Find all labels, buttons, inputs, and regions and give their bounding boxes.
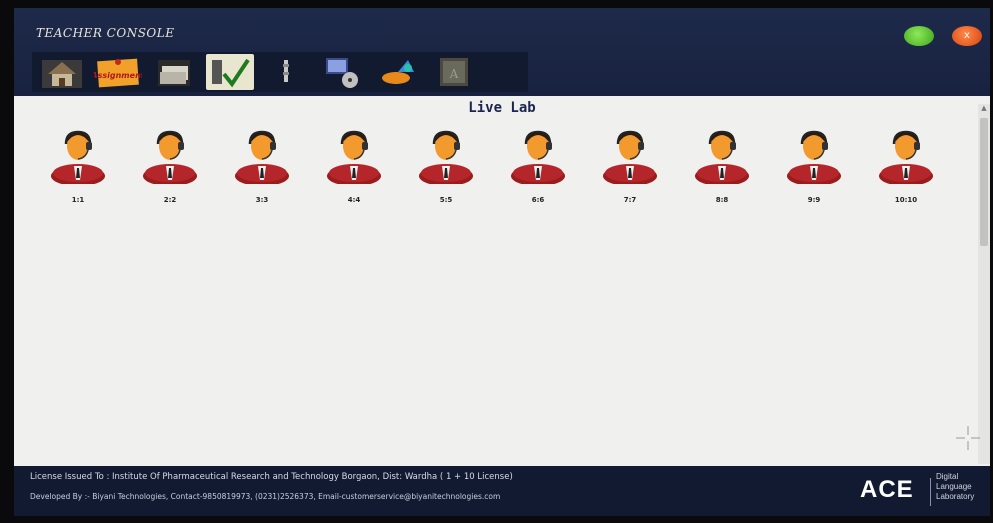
svg-text:A: A (449, 67, 459, 81)
brand-subtitle: Digital Language Laboratory (936, 472, 974, 502)
assignment-label: Assignment (94, 71, 142, 80)
student-seat-label: 8:8 (715, 196, 729, 204)
student-seat-label: 1:1 (71, 196, 85, 204)
student-tile[interactable]: 7:7 (600, 126, 660, 216)
student-tile[interactable]: 9:9 (784, 126, 844, 216)
scroll-up-arrow-icon[interactable]: ▲ (978, 104, 990, 116)
student-seat-label: 2:2 (163, 196, 177, 204)
student-tile[interactable]: 3:3 (232, 126, 292, 216)
license-info: License Issued To : Institute Of Pharmac… (30, 472, 513, 482)
student-seat-label: 9:9 (807, 196, 821, 204)
app-title: TEACHER CONSOLE (36, 26, 175, 40)
documents-icon (158, 60, 190, 86)
student-headset-avatar-icon (327, 130, 381, 184)
brand-sub-line: Digital (936, 472, 959, 481)
assignment-tool-button[interactable]: Assignment (90, 54, 146, 90)
house-icon (42, 60, 82, 88)
toolbar: Assignment A (32, 52, 528, 92)
brand-logo: ACE (860, 476, 914, 503)
student-headset-avatar-icon (695, 130, 749, 184)
student-headset-avatar-icon (143, 130, 197, 184)
minimize-button[interactable] (904, 26, 934, 46)
student-seat-label: 3:3 (255, 196, 269, 204)
student-headset-avatar-icon (235, 130, 289, 184)
title-bar: TEACHER CONSOLE x Assignment A (14, 8, 990, 96)
microphone-icon (283, 60, 289, 82)
student-seat-label: 4:4 (347, 196, 361, 204)
brand-sub-line: Language (936, 482, 972, 491)
student-seat-label: 7:7 (623, 196, 637, 204)
computer-disc-icon (326, 58, 358, 88)
developer-info: Developed By :- Biyani Technologies, Con… (30, 492, 501, 501)
close-label: x (964, 30, 970, 41)
student-headset-avatar-icon (51, 130, 105, 184)
student-tile[interactable]: 10:10 (876, 126, 936, 216)
student-seat-label: 6:6 (531, 196, 545, 204)
brand-sub-line: Laboratory (936, 492, 975, 501)
home-tool-button[interactable] (38, 54, 86, 90)
exam-tool-button[interactable]: A (430, 54, 478, 90)
student-tile[interactable]: 6:6 (508, 126, 568, 216)
page-title: Live Lab (468, 100, 536, 116)
broadcast-tool-button[interactable] (374, 54, 422, 90)
student-tile[interactable]: 2:2 (140, 126, 200, 216)
student-tile[interactable]: 8:8 (692, 126, 752, 216)
dictionary-icon: A (440, 58, 468, 86)
student-headset-avatar-icon (419, 130, 473, 184)
media-tool-button[interactable] (318, 54, 366, 90)
documents-tool-button[interactable] (150, 54, 198, 90)
student-grid: 1:1 2:2 3:3 4:4 5:5 6:6 7:7 8:8 9:9 10:10 (48, 126, 958, 216)
evaluation-tool-button[interactable] (206, 54, 254, 90)
footer-bar: License Issued To : Institute Of Pharmac… (14, 466, 990, 516)
live-lab-panel: Live Lab 1:1 2:2 3:3 4:4 5:5 6:6 7:7 8:8 9:9 10:1… (14, 96, 990, 466)
paint-bird-icon (382, 60, 414, 84)
microphone-tool-button[interactable] (262, 54, 310, 90)
brand-divider (930, 478, 931, 506)
assignment-note-icon: Assignment (90, 58, 146, 88)
close-button[interactable]: x (952, 26, 982, 46)
student-tile[interactable]: 4:4 (324, 126, 384, 216)
student-headset-avatar-icon (603, 130, 657, 184)
student-headset-avatar-icon (787, 130, 841, 184)
teacher-console-window: TEACHER CONSOLE x Assignment A Live Lab … (14, 8, 990, 516)
student-tile[interactable]: 1:1 (48, 126, 108, 216)
student-seat-label: 5:5 (439, 196, 453, 204)
student-headset-avatar-icon (511, 130, 565, 184)
student-headset-avatar-icon (879, 130, 933, 184)
crosshair-cursor-icon (956, 426, 980, 450)
student-seat-label: 10:10 (894, 196, 918, 204)
vertical-scrollbar[interactable]: ▲ (978, 104, 990, 464)
student-tile[interactable]: 5:5 (416, 126, 476, 216)
checkmark-icon (212, 58, 250, 88)
scroll-thumb[interactable] (980, 118, 988, 246)
